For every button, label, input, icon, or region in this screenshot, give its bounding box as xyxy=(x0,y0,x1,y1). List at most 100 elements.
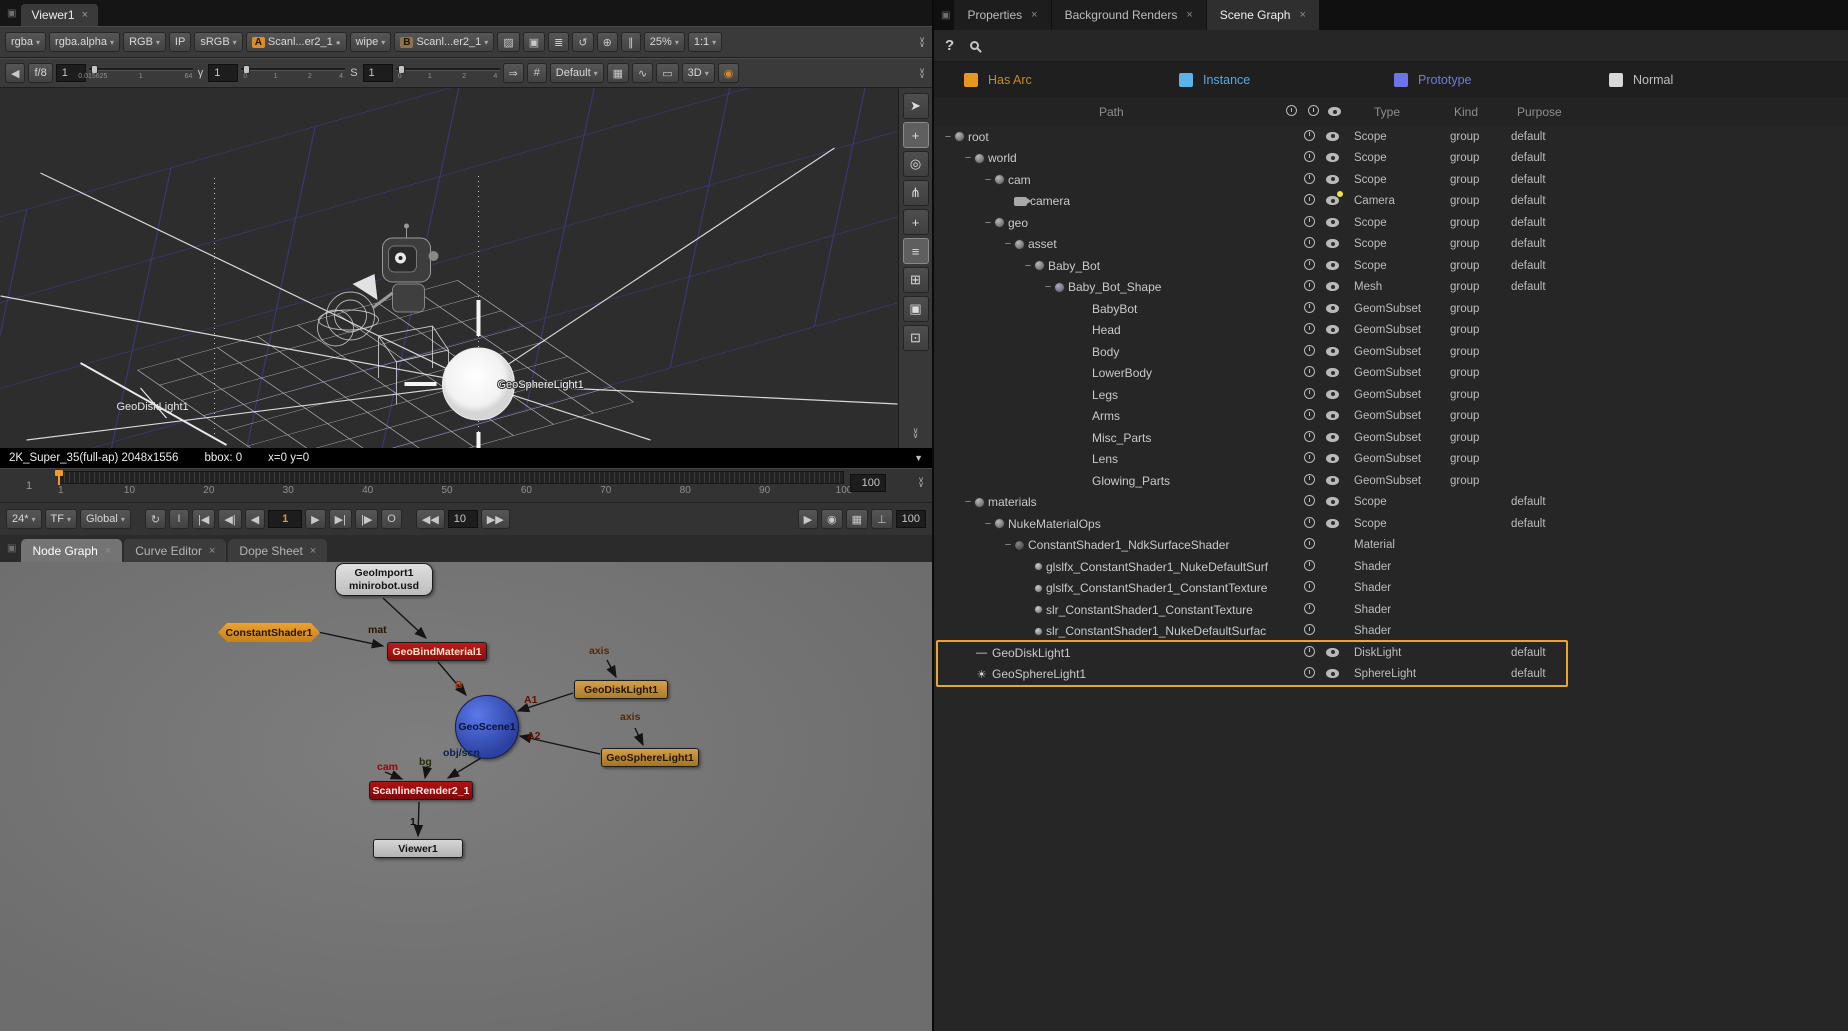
ab-toggle-icon[interactable]: ● xyxy=(336,38,341,47)
time-toggle-icon[interactable] xyxy=(1304,667,1315,681)
goto-start-button[interactable]: |◀ xyxy=(192,509,215,529)
time-toggle-icon[interactable] xyxy=(1304,538,1315,552)
render-button[interactable]: ◉ xyxy=(821,509,843,529)
expander-icon[interactable]: − xyxy=(1002,238,1014,250)
list-icon[interactable]: ≣ xyxy=(548,32,569,52)
roi-target-icon[interactable]: ⊕ xyxy=(597,32,618,52)
scene-graph-row[interactable]: − materials Scope default xyxy=(934,492,1848,514)
scene-graph-row[interactable]: − Baby_Bot Scope group default xyxy=(934,255,1848,277)
panel-grip-icon[interactable]: ▣ xyxy=(7,8,16,19)
tab-scene-graph[interactable]: Scene Graph× xyxy=(1207,0,1319,30)
range-end-field2[interactable]: 100 xyxy=(896,510,926,528)
visibility-toggle-icon[interactable] xyxy=(1326,216,1339,230)
visibility-toggle-icon[interactable] xyxy=(1326,667,1339,681)
node-scanlinerender2-1[interactable]: ScanlineRender2_1 xyxy=(369,781,473,800)
wipe-pattern-icon[interactable]: ▨ xyxy=(497,32,519,52)
column-purpose[interactable]: Purpose xyxy=(1517,105,1562,119)
column-kind[interactable]: Kind xyxy=(1454,105,1478,119)
3d-viewport[interactable]: GeoSphereLight1 GeoDiskLight1 2K_Super_3… xyxy=(0,88,898,448)
visibility-toggle-icon[interactable] xyxy=(1326,388,1339,402)
scene-graph-row[interactable]: Legs GeomSubset group xyxy=(934,384,1848,406)
scene-graph-row[interactable]: Glowing_Parts GeomSubset group xyxy=(934,470,1848,492)
scene-graph-row[interactable]: − asset Scope group default xyxy=(934,234,1848,256)
input-b-select[interactable]: BScanl...er2_1▾ xyxy=(394,32,494,52)
display-channels-select[interactable]: RGB▾ xyxy=(123,32,166,52)
close-icon[interactable]: × xyxy=(310,545,316,557)
scene-graph-row[interactable]: camera Camera group default xyxy=(934,191,1848,213)
time-toggle-icon[interactable] xyxy=(1304,646,1315,660)
scene-graph-row[interactable]: − ConstantShader1_NdkSurfaceShader Mater… xyxy=(934,535,1848,557)
gamepad-icon[interactable]: ▦ xyxy=(607,63,629,83)
more-toolbar-chevron-icon[interactable]: ∨∨ xyxy=(919,37,927,47)
grid-overlay-icon[interactable]: # xyxy=(527,63,547,83)
visibility-toggle-icon[interactable] xyxy=(1326,345,1339,359)
skip-increment-icon[interactable]: ⇒ xyxy=(503,63,524,83)
scene-graph-row[interactable]: Arms GeomSubset group xyxy=(934,406,1848,428)
time-toggle-icon[interactable] xyxy=(1304,474,1315,488)
scene-graph-row[interactable]: ☀ GeoSphereLight1 SphereLight default xyxy=(934,664,1848,686)
scene-graph-row[interactable]: Body GeomSubset group xyxy=(934,341,1848,363)
scene-graph-row[interactable]: — GeoDiskLight1 DiskLight default xyxy=(934,642,1848,664)
more-toolbar-chevron-icon[interactable]: ∨∨ xyxy=(919,68,927,78)
frame-increment-field[interactable]: 10 xyxy=(448,510,478,528)
jump-forward-button[interactable]: ▶▶ xyxy=(481,509,510,529)
viewer-lut-select[interactable]: sRGB▾ xyxy=(194,32,242,52)
next-keyframe-button[interactable]: |▶ xyxy=(355,509,378,529)
clock-icon[interactable] xyxy=(1308,105,1319,119)
saturation-field[interactable]: 1 xyxy=(363,64,393,82)
scene-graph-row[interactable]: BabyBot GeomSubset group xyxy=(934,298,1848,320)
visibility-toggle-icon[interactable] xyxy=(1326,431,1339,445)
stack-icon[interactable]: ▣ xyxy=(523,32,545,52)
expander-icon[interactable]: − xyxy=(1022,260,1034,272)
tf-select[interactable]: TF▾ xyxy=(45,509,77,529)
visibility-toggle-icon[interactable] xyxy=(1326,130,1339,144)
column-path[interactable]: Path xyxy=(1099,105,1124,119)
visibility-toggle-icon[interactable] xyxy=(1326,452,1339,466)
expander-icon[interactable]: − xyxy=(962,496,974,508)
tab-background-renders[interactable]: Background Renders× xyxy=(1052,0,1206,30)
time-toggle-icon[interactable] xyxy=(1304,237,1315,251)
prev-view-button[interactable]: ◀ xyxy=(5,63,25,83)
time-toggle-icon[interactable] xyxy=(1304,560,1315,574)
stopwatch-icon[interactable] xyxy=(1286,105,1297,119)
scene-graph-row[interactable]: slr_ConstantShader1_NukeDefaultSurfac Sh… xyxy=(934,621,1848,643)
time-toggle-icon[interactable] xyxy=(1304,194,1315,208)
camera-lock-icon[interactable]: ◉ xyxy=(718,63,740,83)
visibility-toggle-icon[interactable] xyxy=(1326,237,1339,251)
timeline-ruler[interactable]: 1102030405060708090100 xyxy=(58,471,844,501)
time-toggle-icon[interactable] xyxy=(1304,130,1315,144)
zoom-select[interactable]: 25%▾ xyxy=(644,32,685,52)
scene-graph-row[interactable]: Misc_Parts GeomSubset group xyxy=(934,427,1848,449)
visibility-toggle-icon[interactable] xyxy=(1326,323,1339,337)
scene-graph-row[interactable]: − Baby_Bot_Shape Mesh group default xyxy=(934,277,1848,299)
jump-back-button[interactable]: ◀◀ xyxy=(416,509,445,529)
time-toggle-icon[interactable] xyxy=(1304,302,1315,316)
alpha-select[interactable]: rgba.alpha▾ xyxy=(49,32,120,52)
visibility-toggle-icon[interactable] xyxy=(1326,517,1339,531)
input-a-select[interactable]: AScanl...er2_1● xyxy=(246,32,347,52)
node-geodisklight1[interactable]: GeoDiskLight1 xyxy=(574,680,668,699)
search-icon[interactable] xyxy=(970,41,979,50)
frame-all-icon[interactable]: ⊡ xyxy=(903,325,929,351)
tab-viewer1[interactable]: Viewer1 × xyxy=(21,4,98,26)
time-toggle-icon[interactable] xyxy=(1304,624,1315,638)
time-toggle-icon[interactable] xyxy=(1304,495,1315,509)
prev-frame-button[interactable]: ◀ xyxy=(245,509,265,529)
scene-graph-row[interactable]: − geo Scope group default xyxy=(934,212,1848,234)
node-geoimport1[interactable]: GeoImport1 minirobot.usd xyxy=(335,563,433,596)
prev-keyframe-button[interactable]: ◀| xyxy=(218,509,241,529)
time-toggle-icon[interactable] xyxy=(1304,517,1315,531)
close-icon[interactable]: × xyxy=(82,9,88,21)
fstop-select[interactable]: f/8 xyxy=(28,63,52,83)
play-button[interactable]: ▶ xyxy=(305,509,325,529)
time-toggle-icon[interactable] xyxy=(1304,452,1315,466)
close-icon[interactable]: × xyxy=(1031,9,1037,21)
visibility-toggle-icon[interactable] xyxy=(1326,409,1339,423)
expand-info-icon[interactable]: ▼ xyxy=(914,453,923,463)
time-toggle-icon[interactable] xyxy=(1304,581,1315,595)
time-toggle-icon[interactable] xyxy=(1304,173,1315,187)
expander-icon[interactable]: − xyxy=(942,131,954,143)
tab-properties[interactable]: Properties× xyxy=(954,0,1050,30)
gain-slider[interactable]: 0.015625 1 64 xyxy=(89,63,193,83)
scene-graph-row[interactable]: Lens GeomSubset group xyxy=(934,449,1848,471)
